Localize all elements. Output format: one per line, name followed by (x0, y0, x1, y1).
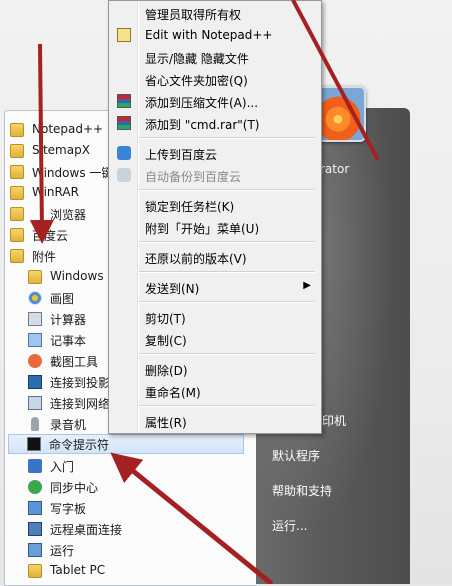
menu-separator (139, 137, 315, 139)
context-menu: 管理员取得所有权 Edit with Notepad++ 显示/隐藏 隐藏文件 … (108, 0, 322, 434)
default-programs-link[interactable]: 默认程序 (272, 447, 320, 464)
menu-copy[interactable]: 复制(C) (111, 329, 319, 349)
menu-separator (139, 353, 315, 355)
menu-separator (139, 301, 315, 303)
help-support-link[interactable]: 帮助和支持 (272, 482, 332, 499)
notepad-icon (28, 333, 42, 347)
folder-icon (10, 186, 24, 200)
baidu-cloud-disabled-icon (117, 168, 131, 182)
microphone-icon (31, 417, 39, 431)
winrar-icon (117, 116, 131, 130)
accessory-run[interactable]: 运行 (10, 540, 250, 560)
folder-icon (28, 564, 42, 578)
folder-icon (10, 207, 24, 221)
menu-folder-encrypt[interactable]: 省心文件夹加密(Q) (111, 69, 319, 89)
menu-separator (139, 271, 315, 273)
folder-icon (10, 228, 24, 242)
notepad-plus-icon (117, 28, 131, 42)
devices-printers-fragment[interactable]: 印机 (322, 412, 346, 429)
folder-icon (28, 270, 42, 284)
menu-delete[interactable]: 删除(D) (111, 359, 319, 379)
accessory-command-prompt[interactable]: 命令提示符 (8, 434, 244, 454)
folder-icon (10, 165, 24, 179)
sync-icon (28, 480, 42, 494)
submenu-arrow-icon: ▶ (303, 280, 311, 291)
run-link[interactable]: 运行... (272, 517, 307, 534)
menu-send-to[interactable]: 发送到(N) ▶ (111, 277, 319, 297)
remote-desktop-icon (28, 522, 42, 536)
menu-take-ownership[interactable]: 管理员取得所有权 (111, 3, 319, 23)
menu-upload-baidu-cloud[interactable]: 上传到百度云 (111, 143, 319, 163)
menu-separator (139, 405, 315, 407)
folder-icon (10, 144, 24, 158)
winrar-icon (117, 94, 131, 108)
menu-properties[interactable]: 属性(R) (111, 411, 319, 431)
menu-toggle-hidden-files[interactable]: 显示/隐藏 隐藏文件 (111, 47, 319, 67)
getting-started-icon (28, 459, 42, 473)
baidu-cloud-icon (117, 146, 131, 160)
projector-icon (28, 375, 42, 389)
cmd-icon (27, 437, 41, 451)
menu-separator (139, 189, 315, 191)
menu-restore-previous-versions[interactable]: 还原以前的版本(V) (111, 247, 319, 267)
calculator-icon (28, 312, 42, 326)
accessory-sync-center[interactable]: 同步中心 (10, 477, 250, 497)
run-icon (28, 543, 42, 557)
accessory-tablet-pc[interactable]: Tablet PC (10, 561, 250, 581)
accessory-remote-desktop[interactable]: 远程桌面连接 (10, 519, 250, 539)
menu-separator (139, 241, 315, 243)
folder-icon (10, 123, 24, 137)
network-projector-icon (28, 396, 42, 410)
wordpad-icon (28, 501, 42, 515)
menu-add-to-cmd-rar[interactable]: 添加到 "cmd.rar"(T) (111, 113, 319, 133)
snipping-tool-icon (28, 354, 42, 368)
menu-pin-to-taskbar[interactable]: 锁定到任务栏(K) (111, 195, 319, 215)
menu-pin-to-start[interactable]: 附到「开始」菜单(U) (111, 217, 319, 237)
menu-add-to-archive[interactable]: 添加到压缩文件(A)... (111, 91, 319, 111)
accessory-getting-started[interactable]: 入门 (10, 456, 250, 476)
paint-icon (28, 291, 42, 305)
accessory-wordpad[interactable]: 写字板 (10, 498, 250, 518)
menu-auto-backup-baidu-cloud: 自动备份到百度云 (111, 165, 319, 185)
folder-icon (10, 249, 24, 263)
menu-cut[interactable]: 剪切(T) (111, 307, 319, 327)
user-name-fragment[interactable]: rator (320, 162, 349, 176)
menu-rename[interactable]: 重命名(M) (111, 381, 319, 401)
menu-edit-notepadpp[interactable]: Edit with Notepad++ (111, 25, 319, 45)
